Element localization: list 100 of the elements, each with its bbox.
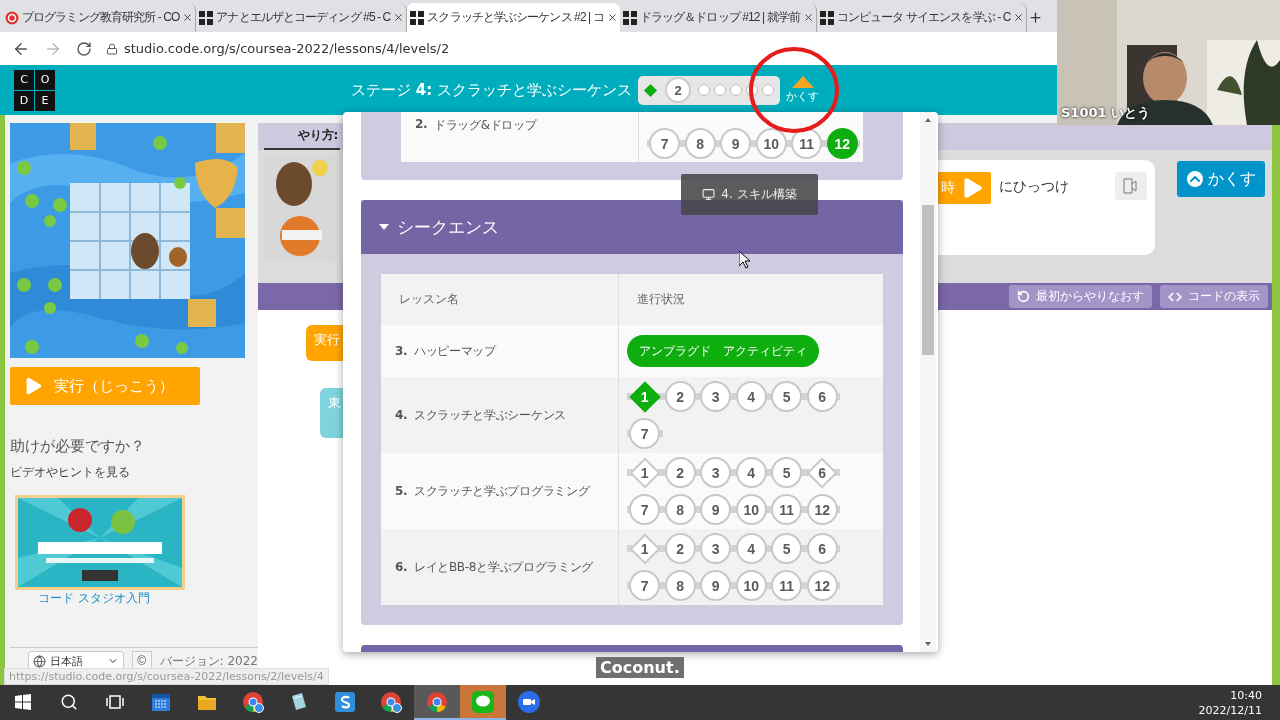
section-title: シークエンス [397,215,499,239]
copyright-button[interactable]: © [131,651,152,671]
level-bubble[interactable]: 8 [664,494,696,525]
url-field[interactable]: studio.code.org/s/coursea-2022/lessons/4/levels/2 [124,41,450,56]
tab-title: コンピュータ サイエンスを学ぶ - C [836,9,1011,26]
level-bubble[interactable]: 9 [700,494,732,525]
help-subtitle: ビデオやヒントを見る [10,464,131,481]
search-icon [60,692,78,711]
level-bubble[interactable]: 12 [806,494,838,525]
level-bubble[interactable]: 9 [720,128,752,159]
level-bubble[interactable]: 7 [629,418,661,449]
close-icon[interactable] [182,12,194,23]
scrollbar[interactable] [920,112,936,652]
chrome-icon [242,690,264,713]
caret-down-icon [379,222,389,232]
calendar-icon [151,691,171,712]
clock-date: 2022/12/11 [1198,703,1262,717]
version-text: バージョン: 2022 [159,652,258,670]
tab-title: プログラミング教育研究所 - CO [22,9,180,26]
level-bubble[interactable]: 6 [806,533,838,564]
tab-title: スクラッチと学ぶシーケンス #2 | コ [427,9,604,26]
level-bubble[interactable]: 2 [664,381,696,412]
section-header[interactable]: シークエンス [361,200,903,254]
globe-icon [33,654,46,668]
logo-letter: C [14,69,34,90]
level-bubble[interactable]: 10 [735,570,767,601]
triangle-up-icon [791,76,814,88]
logo-letter: E [35,90,55,111]
tooltip-text: 4. スキル構築 [721,186,797,203]
lock-icon [106,42,118,55]
level-bubble[interactable]: 11 [771,494,803,525]
logo-letter: O [35,69,55,90]
undo-icon [1017,290,1030,303]
level-bubble[interactable]: 3 [700,381,732,412]
level-bubble[interactable]: 11 [771,570,803,601]
column-header: 進行状況 [636,291,686,308]
logo-letter: D [14,90,34,111]
status-url: https://studio.code.org/s/coursea-2022/lessons/2/levels/4 [4,668,329,685]
level-bubble[interactable]: 8 [684,128,716,159]
instruction-text: にひっつけ [999,178,1069,196]
level-bubble[interactable]: 9 [700,570,732,601]
level-bubble[interactable]: 3 [700,533,732,564]
help-title: 助けが必要ですか？ [10,437,146,456]
chat-icon [472,690,494,713]
level-bubble[interactable]: 5 [771,381,803,412]
level-bubble[interactable]: 5 [771,457,803,488]
close-icon[interactable] [802,12,814,23]
close-icon[interactable] [606,12,618,23]
monitor-icon [702,188,716,201]
level-bubble[interactable]: 2 [664,457,696,488]
caption-text: Coconut. [596,657,684,678]
level-dot[interactable] [698,84,710,96]
level-bubble[interactable]: 10 [755,128,787,159]
instructions-tab[interactable]: やり方: [263,123,341,150]
circle-logo-icon [5,10,19,25]
level-dot[interactable] [730,84,742,96]
close-icon[interactable] [393,12,405,23]
clock-time: 10:40 [1230,688,1262,702]
tab-title: ドラッグ＆ドロップ #12 | 就学前 [639,9,800,26]
code-block: 時 [935,172,991,204]
level-dot[interactable] [762,84,774,96]
level-bubble[interactable]: 8 [664,570,696,601]
windows-icon [15,693,31,710]
task-view-icon [106,693,124,710]
level-bubble[interactable]: 10 [735,494,767,525]
level-bubble[interactable]: 2 [665,77,691,103]
level-bubble[interactable]: 7 [649,128,681,159]
chevron-up-icon [1186,171,1203,187]
plus-icon [1028,10,1044,25]
chrome-icon [426,690,448,713]
browser-tab[interactable]: スクラッチと学ぶシーケンス #2 | コ [407,3,620,32]
level-bubble[interactable]: 7 [629,494,661,525]
grid-logo-icon [622,10,637,25]
level-bubble[interactable]: 6 [806,381,838,412]
video-link[interactable]: コード スタジオ入門 [38,590,150,607]
lesson-name[interactable]: 2. ドラッグ&ドロップ [401,112,639,162]
level-bubble[interactable]: 2 [664,533,696,564]
chrome-icon [380,690,402,713]
grid-logo-icon [819,10,834,25]
level-bubble[interactable]: 4 [735,533,767,564]
level-bubble[interactable]: 11 [791,128,823,159]
stage-title: ステージ 4: スクラッチと学ぶシーケンス [351,80,632,100]
level-bubble[interactable]: 3 [700,457,732,488]
level-bubble[interactable]: 4 [735,381,767,412]
level-dot[interactable] [714,84,726,96]
lesson-name[interactable]: 6. レイとBB-8と学ぶプログラミング [381,529,619,605]
video-camera-icon [518,690,540,713]
close-icon[interactable] [1013,12,1025,23]
level-bubble[interactable]: 7 [629,570,661,601]
reload-button[interactable] [76,40,92,57]
level-bubble[interactable]: 5 [771,533,803,564]
tab-title: アナとエルザとコーディング #5 - C [216,9,391,26]
cursor-icon [739,251,751,269]
grid-logo-icon [199,10,214,25]
grid-logo-icon [410,10,425,25]
level-bubble[interactable]: 12 [806,570,838,601]
participant-name: S1001 いとう [1061,104,1151,122]
level-bubble[interactable]: 4 [735,457,767,488]
language-select[interactable]: 日本語 [28,651,124,671]
hide-button[interactable]: かくす [1177,161,1265,197]
